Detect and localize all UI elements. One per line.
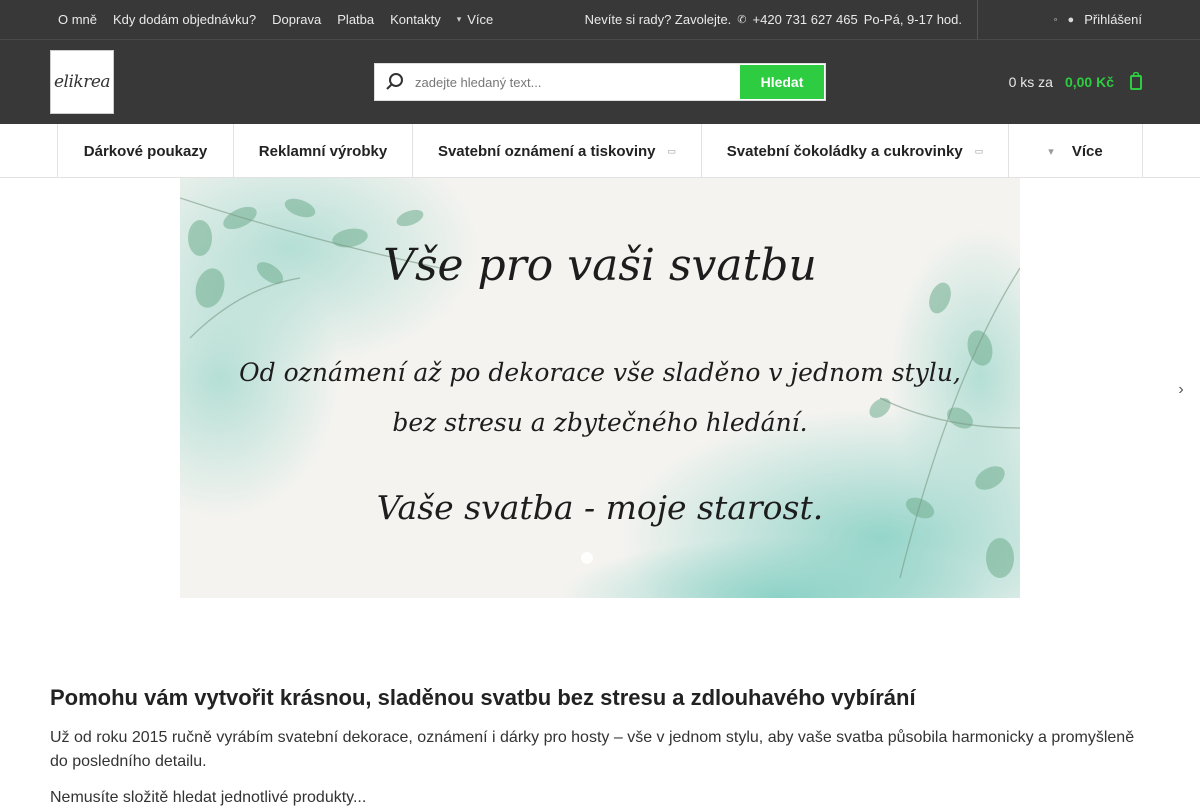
intro-paragraph: Už od roku 2015 ručně vyrábím svatební d… <box>50 729 1135 770</box>
search-input[interactable] <box>415 64 740 100</box>
cart-count: 0 ks za <box>1008 74 1053 90</box>
nav-item-label: Více <box>1071 142 1103 160</box>
top-links: O mně Kdy dodám objednávku? Doprava Plat… <box>50 0 493 39</box>
cart-summary[interactable]: 0 ks za 0,00 Kč <box>1009 63 1142 101</box>
contact-info: Nevíte si rady? Zavolejte. ✆ +420 731 62… <box>585 0 962 39</box>
opening-hours: Po-Pá, 9-17 hod. <box>863 12 962 27</box>
search-button[interactable]: Hledat <box>740 65 824 99</box>
top-link-platba[interactable]: Platba <box>329 12 382 27</box>
globe-icon[interactable]: ◦ <box>1054 14 1058 26</box>
slider-dot[interactable] <box>581 552 593 564</box>
chevron-down-icon: ▾ <box>456 14 462 24</box>
intro-paragraph-2: Nemusíte složitě hledat jednotlivé produ… <box>50 789 367 806</box>
menu-icon: ▾ <box>1048 145 1054 158</box>
top-link-kontakty[interactable]: Kontakty <box>382 12 449 27</box>
logo-text: elikrea <box>53 72 111 92</box>
submenu-icon: ▭ <box>974 145 984 156</box>
search-form: Hledat <box>374 63 826 101</box>
banner-tagline: Vaše svatba - moje starost. <box>376 488 824 527</box>
nav-item-label: Reklamní výrobky <box>258 142 388 160</box>
nav-item-svatebni-cokoladky[interactable]: Svatební čokoládky a cukrovinky ▭ <box>701 124 1008 178</box>
nav-item-label: Dárkové poukazy <box>83 142 208 160</box>
cart-total: 0,00 Kč <box>1064 74 1114 90</box>
phone-number[interactable]: +420 731 627 465 <box>753 12 858 27</box>
contact-text: Nevíte si rady? Zavolejte. <box>584 12 732 27</box>
banner-subtitle-1: Od oznámení až po dekorace vše sladěno v… <box>239 358 961 387</box>
nav-item-reklamni-vyrobky[interactable]: Reklamní výrobky <box>233 124 412 178</box>
top-link-doprava[interactable]: Doprava <box>264 12 329 27</box>
top-more-label: Více <box>467 12 494 27</box>
nav-item-label: Svatební oznámení a tiskoviny <box>437 142 656 160</box>
cart-icon[interactable] <box>1130 71 1142 93</box>
top-link-kdy-dodam[interactable]: Kdy dodám objednávku? <box>105 12 264 27</box>
top-link-o-mne[interactable]: O mně <box>50 12 105 27</box>
nav-item-svatebni-oznameni[interactable]: Svatební oznámení a tiskoviny ▭ <box>412 124 701 178</box>
slider-next-icon[interactable]: › <box>1172 378 1190 402</box>
top-bar: O mně Kdy dodám objednávku? Doprava Plat… <box>0 0 1200 40</box>
main-navigation: Dárkové poukazy Reklamní výrobky Svatebn… <box>0 124 1200 178</box>
nav-item-darkove-poukazy[interactable]: Dárkové poukazy <box>57 124 233 178</box>
top-more-menu[interactable]: ▾ Více <box>457 12 494 27</box>
login-area: ◦ ● Přihlášení <box>1054 0 1142 39</box>
intro-heading: Pomohu vám vytvořit krásnou, sladěnou sv… <box>50 685 916 710</box>
hero-banner[interactable]: Vše pro vaši svatbu Od oznámení až po de… <box>180 178 1020 598</box>
site-logo[interactable]: elikrea <box>50 50 114 114</box>
banner-title: Vše pro vaši svatbu <box>383 240 817 291</box>
banner-subtitle-2: bez stresu a zbytečného hledání. <box>392 408 808 437</box>
submenu-icon: ▭ <box>667 145 677 156</box>
search-icon <box>375 64 415 100</box>
phone-icon: ✆ <box>737 14 747 26</box>
nav-item-vice[interactable]: ▾ Více <box>1008 124 1143 178</box>
intro-section: Pomohu vám vytvořit krásnou, sladěnou sv… <box>50 684 1150 810</box>
topbar-divider <box>977 0 978 39</box>
login-link[interactable]: Přihlášení <box>1084 12 1142 27</box>
nav-item-label: Svatební čokoládky a cukrovinky <box>726 142 963 160</box>
user-icon: ● <box>1067 13 1075 26</box>
site-header: elikrea Hledat 0 ks za 0,00 Kč <box>0 40 1200 124</box>
